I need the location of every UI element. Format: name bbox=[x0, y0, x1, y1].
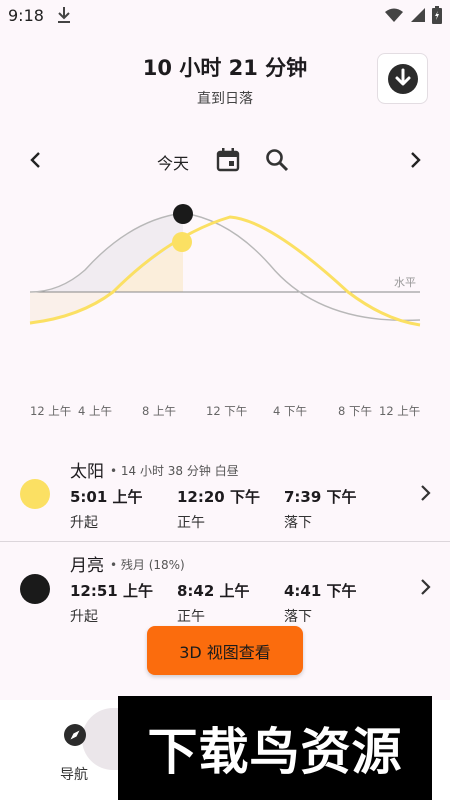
tick-label: 12 上午 bbox=[379, 404, 420, 418]
moon-name: 月亮 bbox=[70, 556, 104, 576]
sunset-time: 7:39 下午 bbox=[284, 488, 357, 506]
sunset-label: 落下 bbox=[284, 515, 312, 531]
status-time: 9:18 bbox=[8, 6, 44, 25]
moonset-time: 4:41 下午 bbox=[284, 582, 357, 600]
chevron-right-icon bbox=[411, 152, 421, 168]
moonrise-label: 升起 bbox=[70, 609, 98, 622]
signal-icon bbox=[410, 7, 426, 27]
sun-icon bbox=[20, 479, 50, 509]
solar-noon-time: 12:20 下午 bbox=[177, 488, 260, 506]
today-button[interactable]: 今天 bbox=[157, 150, 189, 174]
download-button[interactable] bbox=[377, 53, 428, 104]
tick-label: 8 上午 bbox=[142, 404, 176, 418]
sun-daylight: • 14 小时 38 分钟 白昼 bbox=[110, 464, 239, 478]
chevron-left-icon bbox=[30, 152, 40, 168]
moon-position-marker bbox=[173, 204, 193, 224]
compass-icon[interactable] bbox=[62, 722, 88, 748]
status-right bbox=[384, 6, 442, 28]
moon-row[interactable]: 月亮 • 残月 (18%) 12:51 上午 8:42 上午 4:41 下午 升… bbox=[0, 542, 450, 622]
nav-item-navigation[interactable]: 导航 bbox=[60, 764, 88, 784]
watermark-logo: 下载鸟资源 bbox=[118, 696, 432, 800]
moon-phase: • 残月 (18%) bbox=[110, 558, 185, 572]
next-day-button[interactable] bbox=[403, 148, 427, 172]
previous-day-button[interactable] bbox=[24, 148, 48, 172]
wifi-icon bbox=[384, 7, 404, 27]
sun-moon-chart[interactable]: 水平 12 上午 4 上午 8 上午 12 下午 4 下午 8 下午 12 上午 bbox=[0, 195, 450, 425]
download-notification-icon bbox=[56, 5, 72, 29]
chevron-right-icon bbox=[421, 579, 431, 595]
tick-label: 12 下午 bbox=[206, 404, 247, 418]
moon-noon-time: 8:42 上午 bbox=[177, 582, 250, 600]
arrow-down-circle-icon bbox=[387, 63, 418, 94]
search-icon bbox=[266, 149, 289, 172]
tick-label: 4 上午 bbox=[78, 404, 112, 418]
sunrise-label: 升起 bbox=[70, 515, 98, 531]
tick-label: 4 下午 bbox=[273, 404, 307, 418]
chevron-right-icon bbox=[421, 485, 431, 501]
view-3d-button[interactable]: 3D 视图查看 bbox=[147, 626, 303, 675]
tick-label: 8 下午 bbox=[338, 404, 372, 418]
calendar-icon bbox=[216, 148, 240, 172]
moon-noon-label: 正午 bbox=[177, 609, 205, 622]
moonset-label: 落下 bbox=[284, 609, 312, 622]
status-bar: 9:18 bbox=[0, 0, 450, 34]
moon-icon bbox=[20, 574, 50, 604]
sun-position-marker bbox=[172, 232, 192, 252]
solar-noon-label: 正午 bbox=[177, 515, 205, 531]
sunrise-time: 5:01 上午 bbox=[70, 488, 143, 506]
tick-label: 12 上午 bbox=[30, 404, 71, 418]
calendar-button[interactable] bbox=[215, 147, 241, 173]
horizon-label: 水平 bbox=[394, 276, 416, 289]
battery-icon bbox=[432, 6, 442, 28]
moonrise-time: 12:51 上午 bbox=[70, 582, 153, 600]
search-button[interactable] bbox=[264, 147, 290, 173]
sun-name: 太阳 bbox=[70, 462, 104, 482]
sun-row[interactable]: 太阳 • 14 小时 38 分钟 白昼 5:01 上午 12:20 下午 7:3… bbox=[0, 448, 450, 544]
